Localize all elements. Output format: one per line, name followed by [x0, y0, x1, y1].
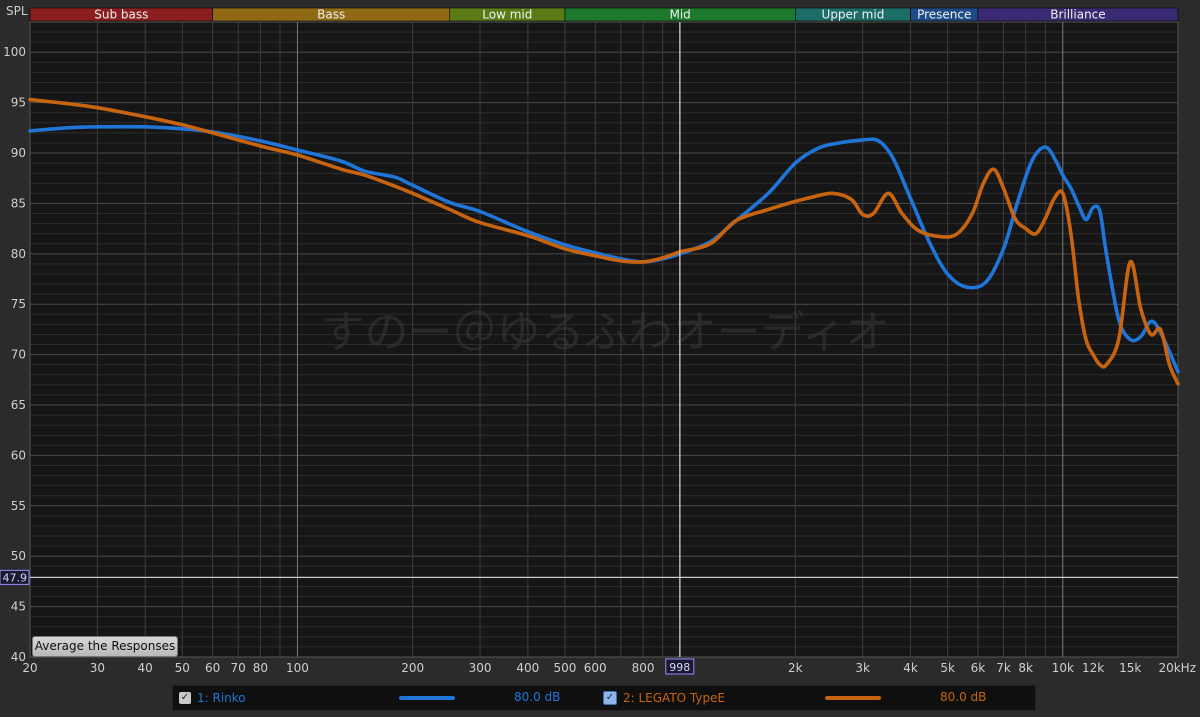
x-tick-label: 7k	[996, 661, 1011, 675]
x-tick-label: 80	[253, 661, 268, 675]
x-tick-label: 600	[584, 661, 607, 675]
series-2-checkbox[interactable]: ✓	[603, 691, 617, 705]
series-2-value: 80.0 dB	[940, 690, 987, 704]
y-tick-label: 60	[11, 448, 26, 462]
axis-label-spl: SPL	[6, 4, 28, 18]
x-tick-label: 20kHz	[1158, 661, 1196, 675]
x-tick-label: 500	[553, 661, 576, 675]
band-label-2: Low mid	[482, 8, 532, 22]
band-label-5: Presence	[917, 8, 971, 22]
legend-item-2[interactable]: ✓ 2: LEGATO TypeE	[603, 686, 725, 710]
cursor-x-label: 998	[669, 661, 690, 674]
band-label-6: Brilliance	[1050, 8, 1105, 22]
x-tick-label: 70	[231, 661, 246, 675]
x-tick-label: 200	[401, 661, 424, 675]
y-tick-label: 90	[11, 146, 26, 160]
x-tick-label: 100	[286, 661, 309, 675]
x-tick-label: 3k	[855, 661, 870, 675]
x-tick-label: 30	[90, 661, 105, 675]
x-tick-label: 2k	[788, 661, 803, 675]
average-responses-button[interactable]: Average the Responses	[32, 636, 178, 657]
y-tick-label: 80	[11, 247, 26, 261]
x-tick-label: 300	[469, 661, 492, 675]
y-tick-label: 55	[11, 499, 26, 513]
series-2-swatch	[825, 696, 881, 700]
x-tick-label: 12k	[1082, 661, 1104, 675]
band-label-4: Upper mid	[822, 8, 885, 22]
y-tick-label: 70	[11, 348, 26, 362]
series-1-name: 1: Rinko	[197, 691, 246, 705]
series-1-value: 80.0 dB	[514, 690, 561, 704]
x-tick-label: 5k	[940, 661, 955, 675]
cursor-y-label: 47.9	[3, 571, 28, 584]
frequency-response-chart: Sub bass Bass Low mid Mid Upper mid Presence B…	[0, 0, 1200, 717]
x-tick-label: 6k	[971, 661, 986, 675]
x-tick-label: 40	[138, 661, 153, 675]
y-tick-label: 65	[11, 398, 26, 412]
band-bar: Sub bass Bass Low mid Mid Upper mid Presence B…	[29, 8, 1179, 22]
x-tick-label: 10k	[1052, 661, 1074, 675]
series-1-swatch	[399, 696, 455, 700]
x-tick-label: 15k	[1119, 661, 1141, 675]
y-tick-label: 95	[11, 96, 26, 110]
series-2-name: 2: LEGATO TypeE	[623, 691, 726, 705]
x-tick-label: 20	[22, 661, 37, 675]
x-tick-label: 50	[175, 661, 190, 675]
x-tick-label: 8k	[1018, 661, 1033, 675]
band-label-1: Bass	[317, 8, 345, 22]
x-tick-label: 4k	[903, 661, 918, 675]
x-tick-label: 60	[205, 661, 220, 675]
band-label-3: Mid	[669, 8, 690, 22]
y-tick-label: 75	[11, 297, 26, 311]
x-tick-label: 800	[632, 661, 655, 675]
band-label-0: Sub bass	[94, 8, 148, 22]
y-tick-label: 45	[11, 600, 26, 614]
legend: ✓ 1: Rinko 80.0 dB ✓ 2: LEGATO TypeE 80.…	[172, 685, 1036, 711]
series-1-checkbox[interactable]: ✓	[179, 692, 191, 704]
y-tick-label: 100	[3, 45, 26, 59]
watermark: すのー＠ゆるふわオーディオ	[321, 307, 890, 358]
legend-item-1[interactable]: ✓ 1: Rinko	[179, 686, 246, 710]
y-tick-label: 50	[11, 549, 26, 563]
x-tick-label: 400	[516, 661, 539, 675]
y-tick-label: 85	[11, 196, 26, 210]
